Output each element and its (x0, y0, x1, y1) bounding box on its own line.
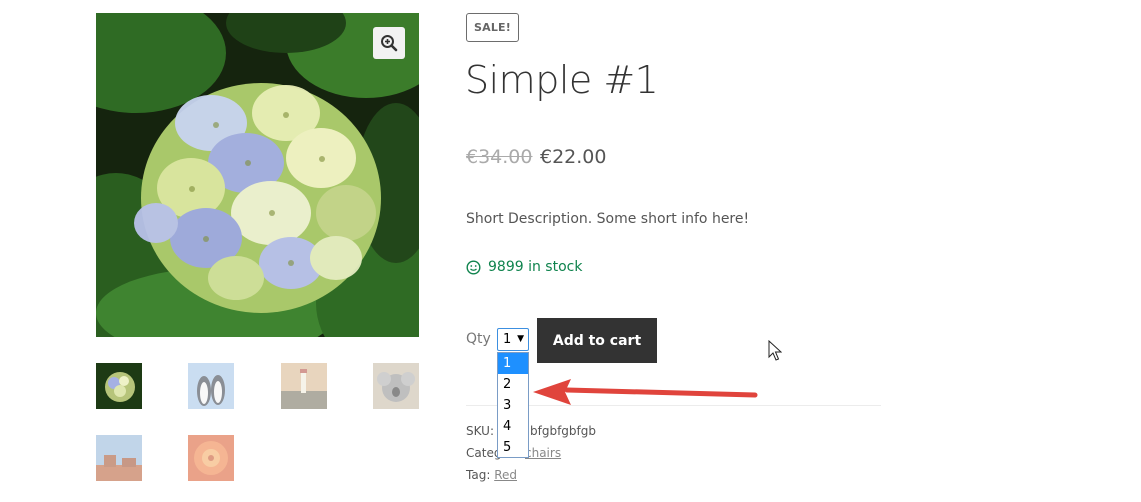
regular-price: €34.00 (466, 146, 533, 168)
sale-price: €22.00 (540, 146, 607, 168)
sale-badge: SALE! (466, 13, 519, 42)
category-link[interactable]: chairs (525, 446, 561, 460)
quantity-select[interactable]: 1 ▼ (497, 328, 529, 351)
smiley-icon (466, 259, 481, 275)
thumbnail-penguins[interactable] (188, 363, 234, 409)
thumbnail-image (281, 363, 327, 409)
sku-value: bfgbfgbfgb (530, 424, 596, 438)
thumbnail-chrysanthemum[interactable] (188, 435, 234, 481)
tag-link[interactable]: Red (494, 468, 517, 482)
zoom-button[interactable] (373, 27, 405, 59)
quantity-dropdown-list[interactable]: 1 2 3 4 5 (497, 352, 529, 458)
quantity-option[interactable]: 3 (498, 395, 528, 416)
thumbnail-image (96, 435, 142, 481)
quantity-option[interactable]: 1 (498, 353, 528, 374)
sku-label: SKU: (466, 424, 494, 438)
quantity-value: 1 (503, 332, 512, 347)
thumbnail-image (188, 435, 234, 481)
quantity-option[interactable]: 5 (498, 437, 528, 458)
stock-status: 9899 in stock (466, 259, 582, 275)
product-main-image[interactable] (96, 13, 419, 337)
thumbnail-image (188, 363, 234, 409)
stock-text: 9899 in stock (488, 259, 583, 275)
qty-label: Qty (466, 331, 491, 347)
annotation-arrow (533, 379, 758, 405)
tag-label-text: Tag: (466, 468, 491, 482)
thumbnail-image (96, 363, 142, 409)
product-title: Simple #1 (465, 58, 659, 102)
quantity-option[interactable]: 4 (498, 416, 528, 437)
thumbnail-koala[interactable] (373, 363, 419, 409)
quantity-option[interactable]: 2 (498, 374, 528, 395)
caret-down-icon: ▼ (517, 334, 524, 344)
tag-label: Tag: Red (466, 468, 517, 482)
thumbnail-desert[interactable] (96, 435, 142, 481)
mouse-cursor-icon (768, 340, 782, 361)
thumbnail-image (373, 363, 419, 409)
short-description: Short Description. Some short info here! (466, 211, 750, 227)
add-to-cart-button[interactable]: Add to cart (537, 318, 657, 363)
thumbnail-lighthouse[interactable] (281, 363, 327, 409)
magnifier-plus-icon (381, 35, 398, 52)
thumbnail-hydrangea[interactable] (96, 363, 142, 409)
hydrangea-image (96, 13, 419, 337)
